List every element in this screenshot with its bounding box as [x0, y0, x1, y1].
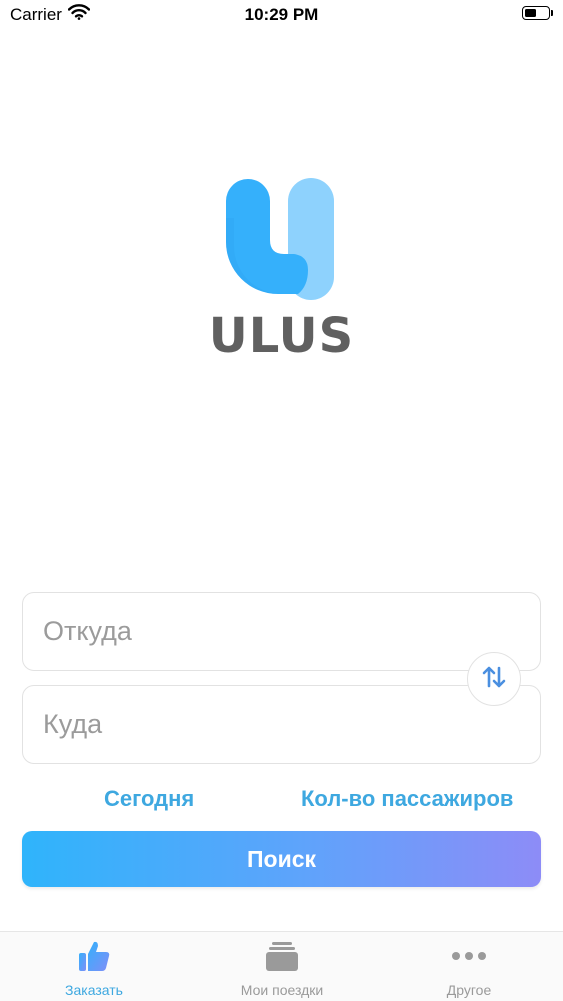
tab-my-trips-label: Мои поездки	[240, 982, 324, 998]
carrier-label: Carrier	[10, 5, 62, 24]
from-field[interactable]	[22, 592, 541, 671]
passengers-selector[interactable]: Кол-во пассажиров	[301, 786, 513, 812]
from-input[interactable]	[23, 593, 483, 670]
to-input[interactable]	[23, 686, 483, 763]
tab-my-trips[interactable]: Мои поездки	[188, 932, 376, 1001]
tab-order[interactable]: Заказать	[0, 932, 188, 1001]
thumbs-up-icon	[0, 938, 188, 974]
swap-button[interactable]	[467, 652, 521, 706]
swap-vertical-arrows-icon	[481, 665, 507, 694]
search-button[interactable]: Поиск	[22, 831, 541, 887]
battery-cap	[551, 10, 553, 16]
wifi-icon	[67, 4, 91, 25]
battery-icon	[522, 6, 550, 20]
trips-stack-icon	[188, 938, 376, 974]
date-selector[interactable]: Сегодня	[104, 786, 194, 812]
tab-order-label: Заказать	[65, 982, 123, 998]
status-bar: Carrier 10:29 PM	[0, 0, 563, 30]
ulus-logo-icon	[222, 178, 336, 307]
tab-bar: Заказать Мои поездки Другое	[0, 931, 563, 1001]
to-field[interactable]	[22, 685, 541, 764]
tab-other-label: Другое	[446, 982, 492, 998]
logo-wordmark: ULUS	[208, 308, 355, 364]
tab-other[interactable]: Другое	[375, 932, 563, 1001]
more-dots-icon	[375, 938, 563, 974]
